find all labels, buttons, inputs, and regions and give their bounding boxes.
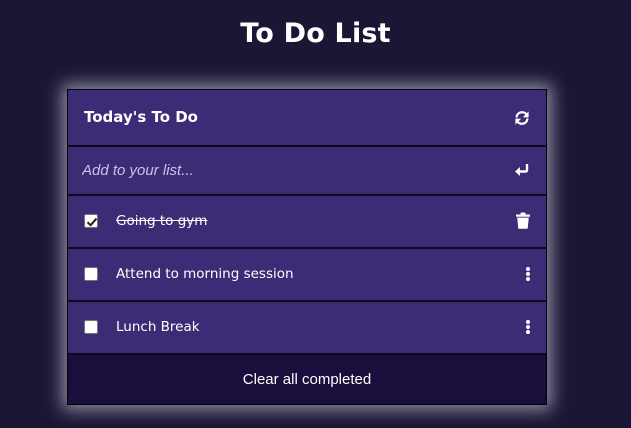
item-label: Lunch Break [116,319,200,335]
card-title: Today's To Do [84,108,198,126]
list-item: Lunch Break [68,302,546,353]
list-item: Attend to morning session [68,249,546,300]
refresh-icon[interactable] [513,109,531,127]
trash-icon[interactable] [516,212,530,229]
list-item: Going to gym [68,196,546,247]
checkmark-icon [86,217,98,227]
card-header: Today's To Do [68,90,546,145]
item-label: Going to gym [116,213,208,229]
add-item-row [68,147,546,194]
item-checkbox-checked[interactable] [84,214,98,228]
clear-completed-button[interactable]: Clear all completed [68,355,546,404]
item-checkbox[interactable] [84,267,98,281]
kebab-menu-icon[interactable] [526,320,530,334]
item-label: Attend to morning session [116,266,294,282]
page-title: To Do List [240,18,391,49]
kebab-menu-icon[interactable] [526,267,530,281]
enter-icon[interactable] [514,163,530,177]
add-item-input[interactable] [82,159,482,181]
item-checkbox[interactable] [84,320,98,334]
todo-card: Today's To Do Going to gym [67,89,547,405]
